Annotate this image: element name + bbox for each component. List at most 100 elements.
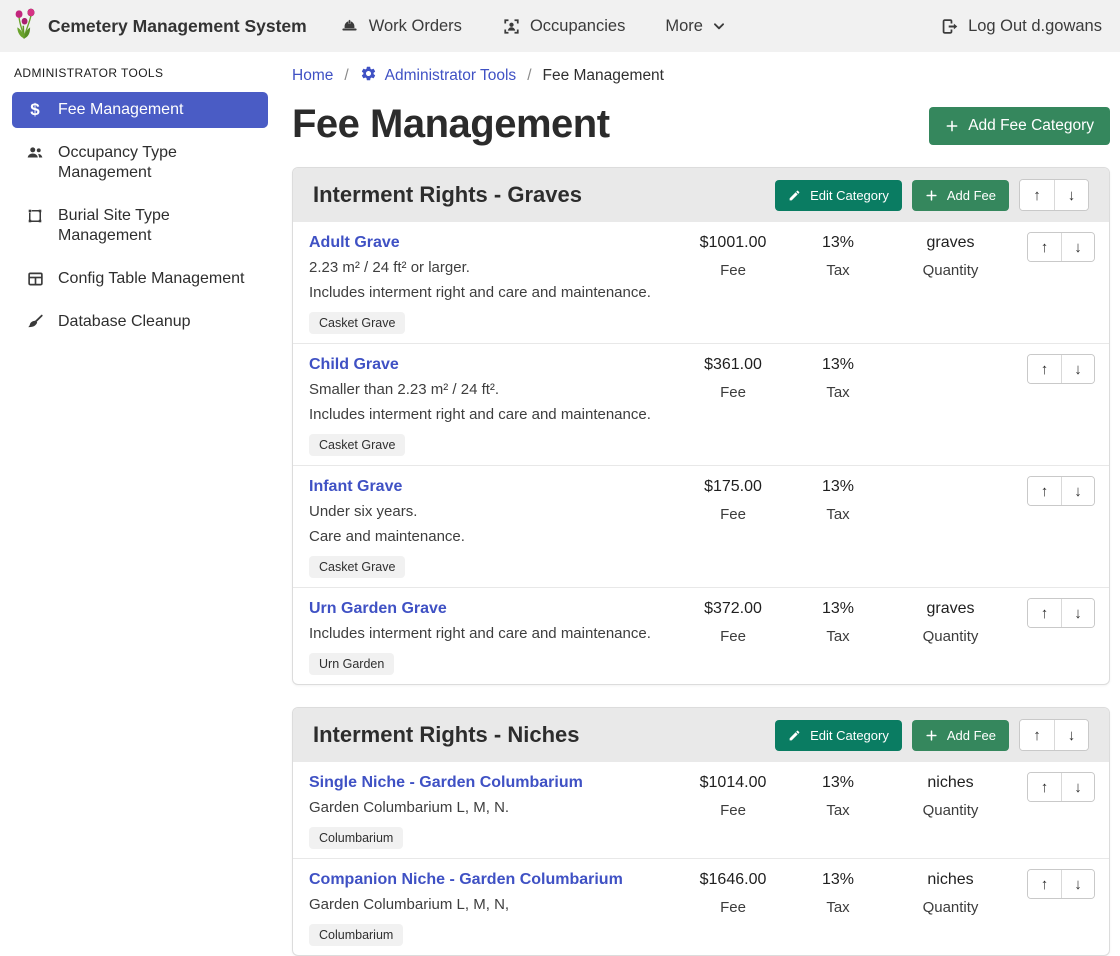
category-body: Adult Grave2.23 m² / 24 ft² or larger.In… [293,222,1109,684]
fee-amount: $175.00 [678,476,788,497]
move-fee-up-button[interactable]: ↑ [1028,870,1061,898]
move-fee-down-button[interactable]: ↓ [1061,355,1094,383]
tax-label: Tax [788,384,888,401]
breadcrumb-current: Fee Management [543,67,665,85]
fee-name-link[interactable]: Child Grave [309,354,399,375]
move-fee-down-button[interactable]: ↓ [1061,870,1094,898]
add-fee-button[interactable]: Add Fee [912,720,1009,751]
sidebar-item-fee-management[interactable]: $Fee Management [12,92,268,128]
move-category-up-button[interactable]: ↑ [1020,180,1054,210]
app-title: Cemetery Management System [48,16,307,37]
quantity-unit: graves [888,232,1013,253]
sidebar-item-occupancy-type-management[interactable]: Occupancy Type Management [12,135,268,191]
tax-rate: 13% [788,476,888,497]
qty-column: nichesQuantity [888,772,1013,819]
move-fee-up-button[interactable]: ↑ [1028,233,1061,261]
fee-info: Infant GraveUnder six years.Care and mai… [309,476,678,578]
tax-rate: 13% [788,354,888,375]
sidebar-item-config-table-management[interactable]: Config Table Management [12,261,268,297]
category-header: Interment Rights - NichesEdit CategoryAd… [293,708,1109,762]
tax-column: 13% Tax [788,772,888,819]
fee-label: Fee [678,384,788,401]
fee-description: Includes interment right and care and ma… [309,405,670,425]
hard-hat-icon [339,17,360,36]
quantity-label: Quantity [888,262,1013,279]
edit-category-button[interactable]: Edit Category [775,720,902,751]
plus-icon [925,729,938,742]
breadcrumb-home-link[interactable]: Home [292,67,333,85]
reorder-button-group: ↑↓ [1027,869,1095,899]
fee-description: Includes interment right and care and ma… [309,283,670,303]
tax-rate: 13% [788,772,888,793]
add-fee-category-label: Add Fee Category [968,117,1094,135]
move-category-down-button[interactable]: ↓ [1054,720,1088,750]
tax-rate: 13% [788,598,888,619]
reorder-button-group: ↑↓ [1027,772,1095,802]
quantity-label: Quantity [888,802,1013,819]
page-title: Fee Management [292,101,610,147]
reorder-button-group: ↑↓ [1027,598,1095,628]
quantity-label: Quantity [888,628,1013,645]
move-fee-up-button[interactable]: ↑ [1028,477,1061,505]
fee-label: Fee [678,262,788,279]
move-fee-up-button[interactable]: ↑ [1028,773,1061,801]
sidebar: ADMINISTRATOR TOOLS $Fee Management Occup… [0,52,280,939]
fee-badge: Columbarium [309,827,403,849]
reorder-button-group: ↑↓ [1027,476,1095,506]
nav-item-more[interactable]: More [665,17,726,36]
move-fee-up-button[interactable]: ↑ [1028,599,1061,627]
fee-label: Fee [678,899,788,916]
breadcrumb-admin-tools-link[interactable]: Administrator Tools [360,65,517,87]
qty-column: graves Quantity [888,232,1013,279]
category-header: Interment Rights - GravesEdit CategoryAd… [293,168,1109,222]
fee-label: Fee [678,506,788,523]
move-fee-up-button[interactable]: ↑ [1028,355,1061,383]
fee-name-link[interactable]: Infant Grave [309,476,402,497]
pencil-icon [788,729,801,742]
breadcrumb-admin-tools-label: Administrator Tools [385,67,517,85]
people-icon [24,143,46,162]
fee-column: $1014.00Fee [678,772,788,819]
sidebar-item-database-cleanup[interactable]: Database Cleanup [12,304,268,340]
nav-item-label: Occupancies [530,17,625,36]
breadcrumb: Home / Administrator Tools / Fee Managem… [292,65,1110,87]
fee-name-link[interactable]: Single Niche - Garden Columbarium [309,772,583,793]
move-category-up-button[interactable]: ↑ [1020,720,1054,750]
reorder-button-group: ↑↓ [1027,232,1095,262]
move-fee-down-button[interactable]: ↓ [1061,233,1094,261]
tax-label: Tax [788,802,888,819]
fee-description: Care and maintenance. [309,527,670,547]
add-fee-category-button[interactable]: Add Fee Category [929,107,1110,145]
add-fee-button[interactable]: Add Fee [912,180,1009,211]
plus-icon [945,119,959,133]
fee-description: Includes interment right and care and ma… [309,624,670,644]
sidebar-item-label: Config Table Management [58,269,245,289]
tax-column: 13%Tax [788,232,888,279]
fee-name-link[interactable]: Adult Grave [309,232,400,253]
nav-item-occupancies[interactable]: Occupancies [502,17,625,36]
plus-icon [925,189,938,202]
logout-button[interactable]: Log Out d.gowans [940,17,1102,36]
move-fee-down-button[interactable]: ↓ [1061,477,1094,505]
move-fee-down-button[interactable]: ↓ [1061,773,1094,801]
nav-item-work-orders[interactable]: Work Orders [339,17,462,36]
app-brand[interactable]: Cemetery Management System [12,7,307,46]
fee-info: Adult Grave2.23 m² / 24 ft² or larger.In… [309,232,678,334]
sidebar-item-burial-site-type-management[interactable]: Burial Site Type Management [12,198,268,254]
edit-category-label: Edit Category [810,728,889,743]
occupancy-frame-icon [502,17,521,36]
edit-category-button[interactable]: Edit Category [775,180,902,211]
move-category-down-button[interactable]: ↓ [1054,180,1088,210]
fee-info: Urn Garden Grave Includes interment right… [309,598,678,675]
fee-name-link[interactable]: Urn Garden Grave [309,598,447,619]
fee-name-link[interactable]: Companion Niche - Garden Columbarium [309,869,623,890]
tax-column: 13% Tax [788,354,888,401]
main-nav: Work Orders Occupancies More [339,17,726,36]
gear-icon [360,65,377,87]
dollar-icon: $ [24,100,46,119]
move-fee-down-button[interactable]: ↓ [1061,599,1094,627]
sidebar-heading: ADMINISTRATOR TOOLS [12,64,268,92]
fee-label: Fee [678,628,788,645]
sidebar-item-label: Occupancy Type Management [58,143,256,183]
nav-item-label: Work Orders [369,17,462,36]
